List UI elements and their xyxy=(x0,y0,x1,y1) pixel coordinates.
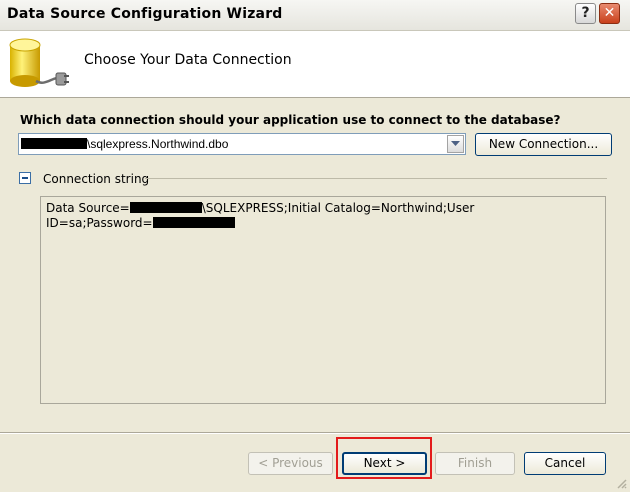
collapse-icon[interactable] xyxy=(19,172,31,184)
connection-question: Which data connection should your applic… xyxy=(20,113,561,127)
data-connection-combobox[interactable]: \sqlexpress.Northwind.dbo xyxy=(18,133,466,155)
previous-button[interactable]: < Previous xyxy=(248,452,333,475)
finish-button[interactable]: Finish xyxy=(435,452,515,475)
connection-string-label: Connection string xyxy=(43,172,150,186)
section-divider xyxy=(145,178,607,179)
redacted-password xyxy=(152,217,235,228)
title-bar[interactable]: Data Source Configuration Wizard ? ✕ xyxy=(0,0,630,31)
footer-divider-highlight xyxy=(0,433,630,434)
database-plug-icon xyxy=(9,38,69,87)
page-title: Choose Your Data Connection xyxy=(84,52,292,68)
cancel-button[interactable]: Cancel xyxy=(524,452,606,475)
wizard-header: Choose Your Data Connection xyxy=(0,31,630,98)
connection-string-line-2: ID=sa;Password= xyxy=(46,216,600,231)
redacted-server-name xyxy=(21,138,87,149)
combo-selected-value: \sqlexpress.Northwind.dbo xyxy=(21,137,228,151)
combo-dropdown-button[interactable] xyxy=(447,135,464,153)
redacted-data-source xyxy=(129,202,202,213)
new-connection-button[interactable]: New Connection... xyxy=(475,133,612,156)
connection-string-line-1: Data Source= \SQLEXPRESS;Initial Catalog=… xyxy=(46,201,475,215)
help-button[interactable]: ? xyxy=(575,3,596,24)
window-title: Data Source Configuration Wizard xyxy=(7,6,283,22)
connection-string-box[interactable]: Data Source= \SQLEXPRESS;Initial Catalog=… xyxy=(40,196,606,404)
resize-grip-icon[interactable] xyxy=(615,477,627,489)
red-highlight-box xyxy=(336,437,432,479)
connection-name-text: \sqlexpress.Northwind.dbo xyxy=(87,137,229,151)
chevron-down-icon xyxy=(451,141,460,146)
close-button[interactable]: ✕ xyxy=(599,3,620,24)
wizard-dialog: Data Source Configuration Wizard ? ✕ Cho… xyxy=(0,0,630,492)
